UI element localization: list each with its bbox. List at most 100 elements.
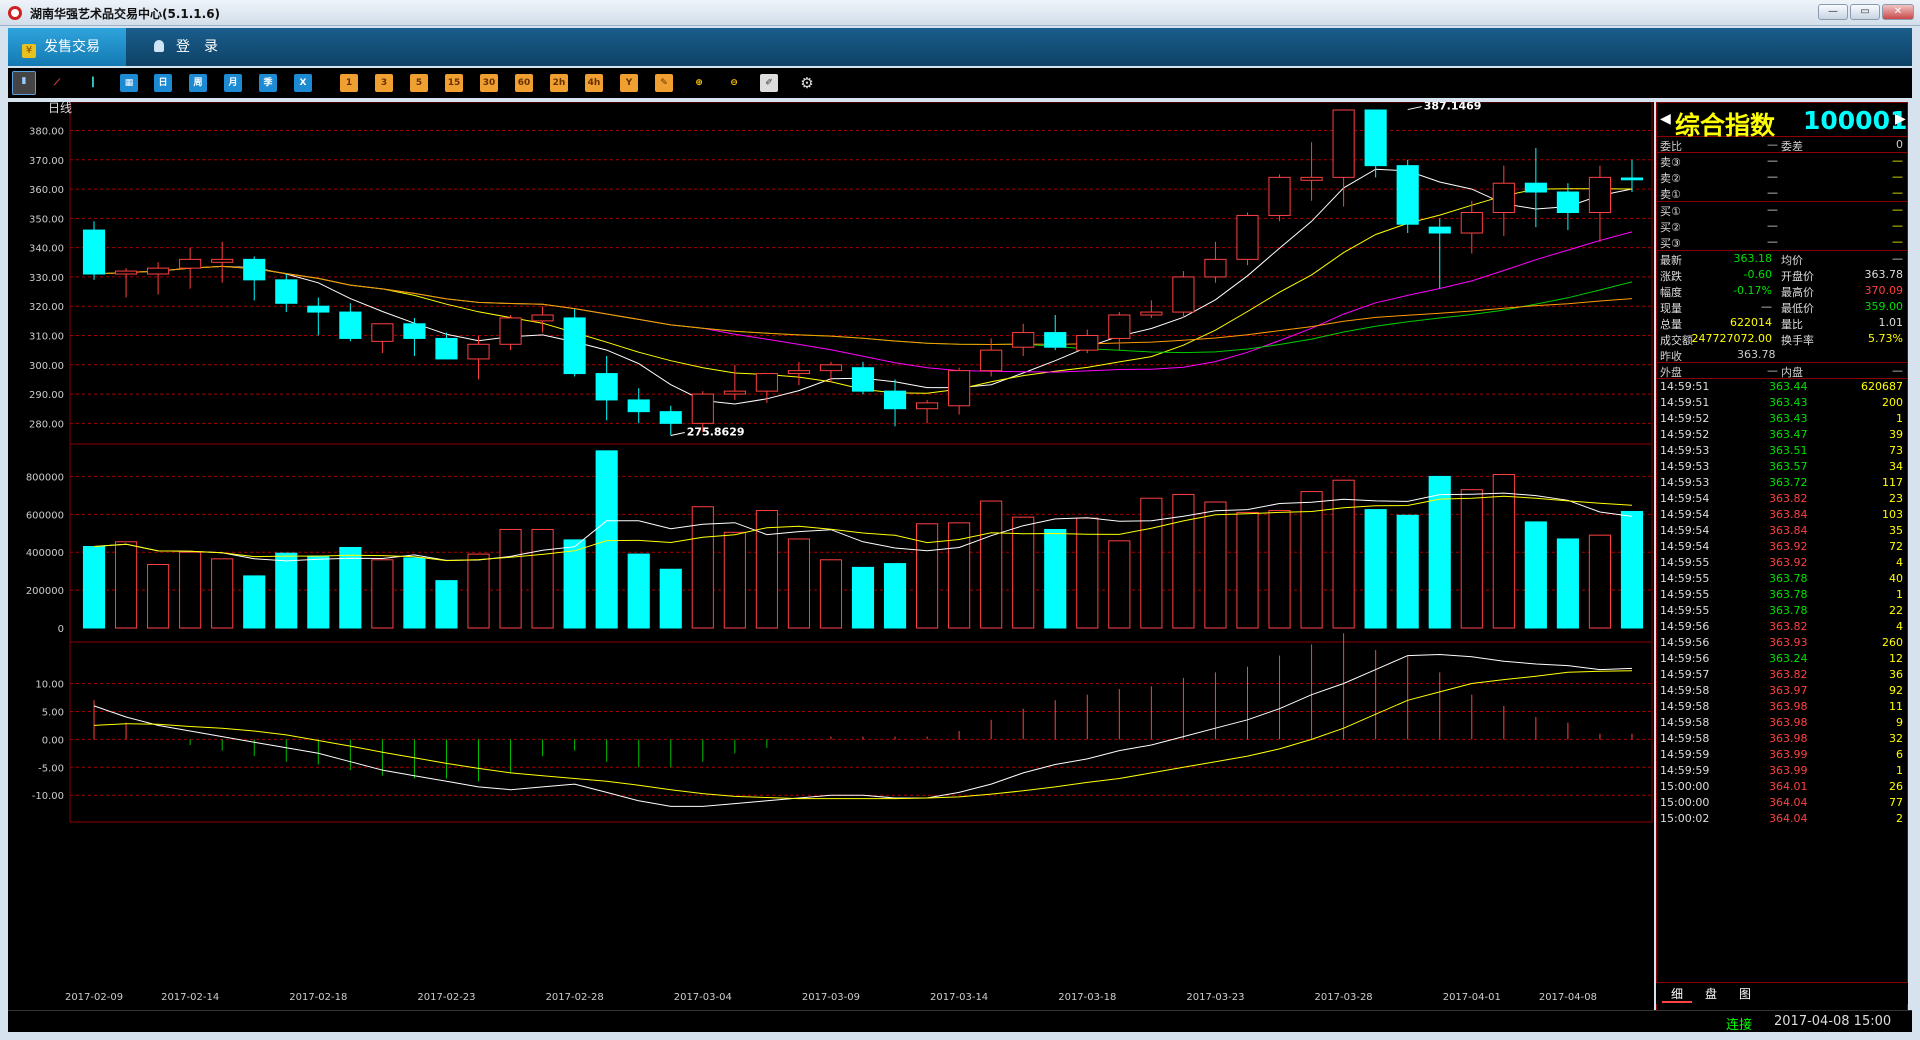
ask-level-row: 卖① — — [1657, 185, 1907, 201]
tab-detail[interactable]: 细 [1662, 985, 1692, 1003]
volume-bar [980, 500, 1003, 629]
candle-body [1332, 109, 1355, 178]
date-tick-label: 2017-02-28 [546, 992, 604, 1003]
candle-body [147, 267, 170, 275]
stat-label: 成交额 [1660, 334, 1693, 347]
ask-level-row: 卖③ — — [1657, 153, 1907, 169]
tick-price: 363.84 [1769, 508, 1808, 521]
date-tick-label: 2017-04-01 [1443, 992, 1501, 1003]
close-button[interactable]: ✕ [1882, 4, 1914, 20]
next-instrument-icon[interactable]: ▶ [1895, 111, 1906, 127]
calendar-icon[interactable]: ▦ [120, 74, 138, 92]
prev-close-value: 363.78 [1737, 348, 1776, 361]
volume-bar [147, 564, 170, 629]
prev-instrument-icon[interactable]: ◀ [1660, 111, 1671, 127]
tick-list[interactable]: 14:59:51 363.44 620687 14:59:51 363.43 200 14:… [1657, 379, 1907, 827]
volume-bar [243, 575, 266, 629]
status-bar: 连接 2017-04-08 15:00 [8, 1010, 1912, 1033]
tick-time: 14:59:52 [1660, 412, 1710, 425]
period-week-button[interactable]: 周 [189, 74, 207, 92]
inner-label: 内盘 [1781, 366, 1803, 379]
tick-row: 14:59:53 363.51 73 [1657, 443, 1907, 459]
candle-body [883, 390, 907, 410]
zoom-out-icon[interactable]: ⊖ [725, 74, 743, 92]
chart-area[interactable]: 日线 380.00 370.00 360.00 350.00 340.00 330.00 32… [8, 102, 1654, 1010]
macd-dif-line [93, 653, 1633, 807]
period-quarter-button[interactable]: 季 [259, 74, 277, 92]
login-menu[interactable]: 登 录 [144, 28, 244, 66]
order-ratio-row: 委比 — 委差 0 [1657, 137, 1907, 153]
volume-bar [1044, 528, 1067, 629]
tick-price: 363.82 [1769, 492, 1808, 505]
volume-bar [403, 557, 426, 629]
tick-volume: 36 [1889, 668, 1903, 681]
candle-body [371, 323, 394, 342]
kline-chart-svg[interactable]: 日线 380.00 370.00 360.00 350.00 340.00 330.00 32… [8, 102, 1654, 1010]
tick-time: 14:59:55 [1660, 588, 1710, 601]
candle-body [435, 337, 458, 360]
volume-bar [467, 553, 490, 629]
macd-tick-label: 0.00 [42, 735, 64, 746]
tick-price: 363.78 [1769, 572, 1808, 585]
notes-icon[interactable]: ✐ [760, 74, 778, 92]
tick-volume: 117 [1882, 476, 1903, 489]
candle-body [1268, 176, 1291, 216]
candle-chart-icon[interactable]: ┃ [84, 74, 102, 92]
prev-close-label: 昨收 [1660, 350, 1682, 363]
period-4h-button[interactable]: 4h [585, 74, 603, 92]
period-1min-button[interactable]: 1 [340, 74, 358, 92]
gear-icon[interactable]: ⚙ [798, 74, 816, 92]
sale-trading-menu[interactable]: ¥ 发售交易 [8, 28, 126, 66]
tick-time: 14:59:52 [1660, 428, 1710, 441]
tick-row: 14:59:57 363.82 36 [1657, 667, 1907, 683]
candle-body [1012, 332, 1035, 348]
zoom-in-icon[interactable]: ⊕ [690, 74, 708, 92]
tick-row: 14:59:58 363.98 9 [1657, 715, 1907, 731]
date-tick-label: 2017-02-14 [161, 992, 219, 1003]
period-day-button[interactable]: 日 [154, 74, 172, 92]
ask-price: — [1767, 170, 1778, 183]
tick-time: 14:59:53 [1660, 444, 1710, 457]
volume-bar [1268, 510, 1291, 629]
candle-body [307, 305, 330, 313]
bid-level-row: 买① — — [1657, 202, 1907, 218]
period-3min-button[interactable]: 3 [375, 74, 393, 92]
minimize-button[interactable]: — [1818, 4, 1848, 20]
candle-body [82, 229, 106, 275]
annotation-label: 387.1469 [1424, 102, 1482, 113]
tick-time: 15:00:00 [1660, 780, 1710, 793]
period-2h-button[interactable]: 2h [550, 74, 568, 92]
period-30min-button[interactable]: 30 [480, 74, 498, 92]
bid-level-row: 买② — — [1657, 218, 1907, 234]
annotation-label: 275.8629 [687, 425, 745, 438]
annotation-pointer [670, 431, 685, 436]
period-60min-button[interactable]: 60 [515, 74, 533, 92]
tick-row: 15:00:00 364.04 77 [1657, 795, 1907, 811]
tick-volume: 34 [1889, 460, 1903, 473]
tab-chart[interactable]: 图 [1730, 985, 1760, 1003]
tab-book[interactable]: 盘 [1696, 985, 1726, 1003]
period-x-button[interactable]: X [294, 74, 312, 92]
panel-tabs: 细 盘 图 [1656, 982, 1908, 1004]
candle-body [851, 367, 875, 392]
tick-time: 14:59:54 [1660, 524, 1710, 537]
draw-tool-icon[interactable]: ✎ [655, 74, 673, 92]
ask-volume: — [1892, 186, 1903, 199]
ask-levels: 卖③ — — 卖② — — 卖① — — [1657, 153, 1907, 202]
period-15min-button[interactable]: 15 [445, 74, 463, 92]
tick-row: 14:59:58 363.98 32 [1657, 731, 1907, 747]
maximize-button[interactable]: ▭ [1850, 4, 1880, 20]
tick-volume: 32 [1889, 732, 1903, 745]
volume-bar [595, 450, 618, 629]
line-chart-icon[interactable]: ⟋ [48, 74, 66, 92]
stat-value: 363.78 [1864, 268, 1904, 281]
price-tick-label: 310.00 [29, 332, 64, 343]
tick-price: 363.82 [1769, 668, 1808, 681]
tick-price: 363.82 [1769, 620, 1808, 633]
kline-chart-icon[interactable]: ▮ [12, 71, 36, 95]
candle-body [755, 373, 778, 392]
period-month-button[interactable]: 月 [224, 74, 242, 92]
period-year-button[interactable]: Y [620, 74, 638, 92]
period-5min-button[interactable]: 5 [410, 74, 428, 92]
tick-volume: 73 [1889, 444, 1903, 457]
